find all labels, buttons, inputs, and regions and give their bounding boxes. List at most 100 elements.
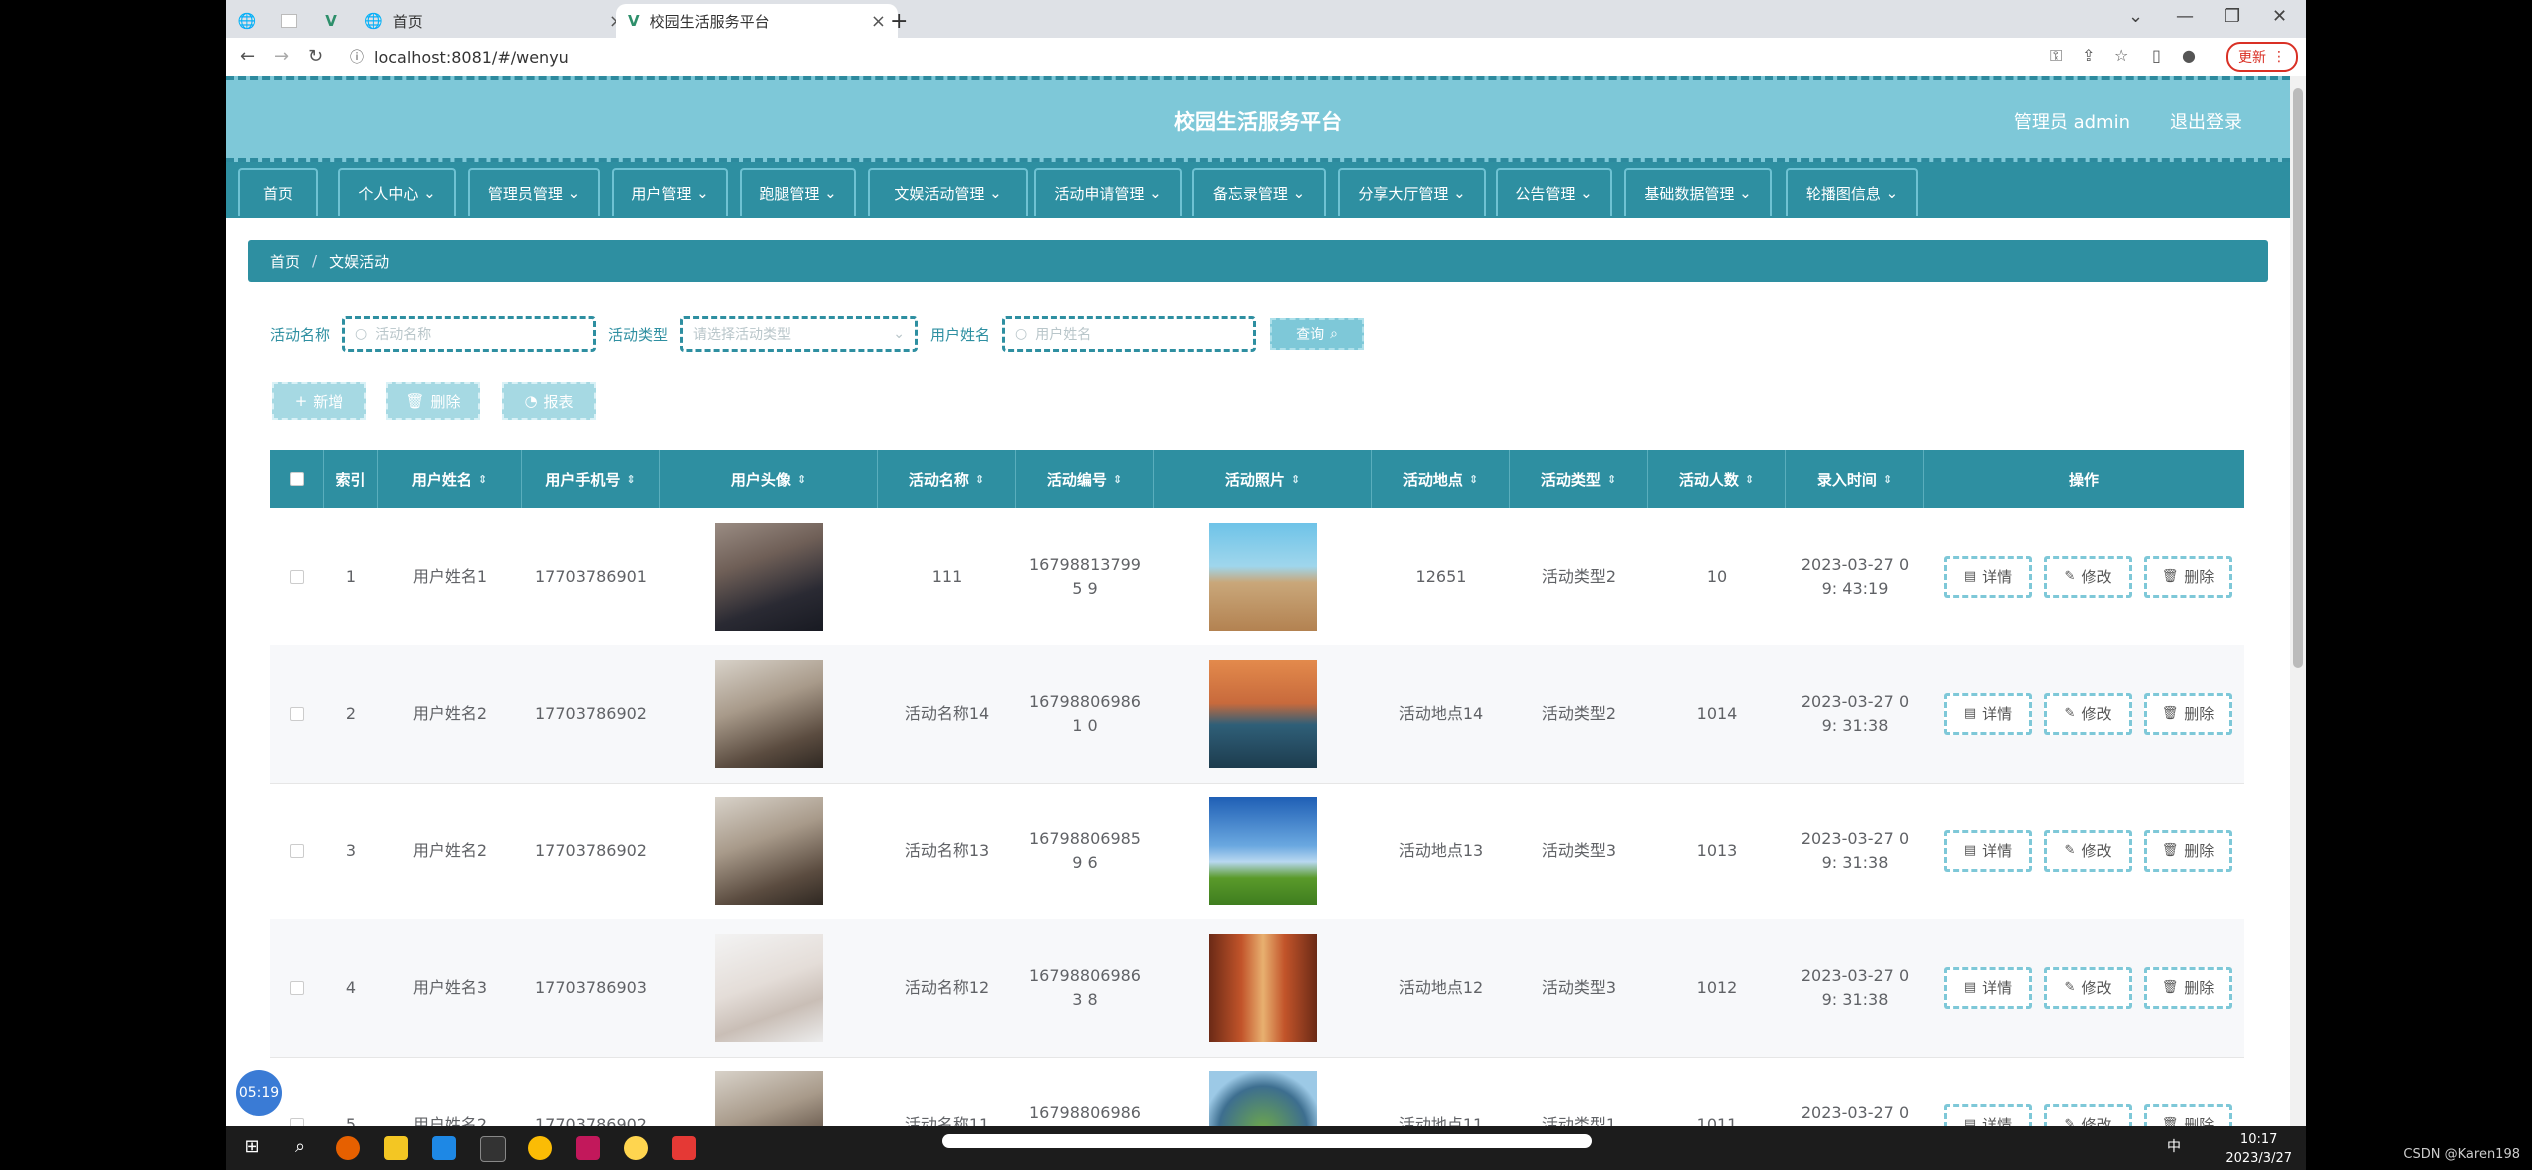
report-button[interactable]: ◔ 报表 bbox=[502, 382, 596, 420]
activity-photo[interactable] bbox=[1209, 523, 1317, 631]
menu-item-home[interactable]: 首页 bbox=[238, 168, 318, 216]
user-name-input[interactable]: ○ 用户姓名 bbox=[1002, 316, 1256, 352]
star-icon[interactable]: ☆ bbox=[2114, 46, 2128, 65]
detail-button[interactable]: ▤ 详情 bbox=[1944, 830, 2032, 872]
col-activity-photo[interactable]: 活动照片 ⇕ bbox=[1154, 450, 1372, 508]
row-delete-button[interactable]: 🗑 删除 bbox=[2144, 967, 2232, 1009]
table-row[interactable]: 1 用户姓名1 17703786901 111 167988137995 9 12651 活… bbox=[270, 508, 2244, 647]
restore-icon[interactable]: ❐ bbox=[2224, 6, 2240, 27]
app-icon[interactable] bbox=[624, 1136, 648, 1160]
menu-item-users[interactable]: 用户管理 ⌄ bbox=[612, 168, 728, 216]
table-row[interactable]: 4 用户姓名3 17703786903 活动名称12 167988069863 8 活动地… bbox=[270, 919, 2244, 1058]
menu-item-memos[interactable]: 备忘录管理 ⌄ bbox=[1192, 168, 1326, 216]
row-delete-button[interactable]: 🗑 删除 bbox=[2144, 1104, 2232, 1126]
table-row[interactable]: 3 用户姓名2 17703786902 活动名称13 167988069859 6 活动地… bbox=[270, 782, 2244, 921]
windows-start-icon[interactable]: ⊞ bbox=[240, 1136, 264, 1160]
sort-icon[interactable]: ⇕ bbox=[626, 473, 635, 486]
avatar[interactable] bbox=[715, 934, 823, 1042]
sort-icon[interactable]: ⇕ bbox=[975, 473, 984, 486]
taskbar-clock[interactable]: 10:17 2023/3/27 bbox=[2225, 1130, 2292, 1168]
share-icon[interactable]: ⇪ bbox=[2082, 46, 2095, 65]
tab-active[interactable]: V 校园生活服务平台 × bbox=[616, 4, 898, 38]
delete-button[interactable]: 🗑 删除 bbox=[386, 382, 480, 420]
activity-photo[interactable] bbox=[1209, 660, 1317, 768]
menu-item-applications[interactable]: 活动申请管理 ⌄ bbox=[1034, 168, 1182, 216]
edit-button[interactable]: ✎ 修改 bbox=[2044, 556, 2132, 598]
col-activity-no[interactable]: 活动编号 ⇕ bbox=[1016, 450, 1154, 508]
key-icon[interactable]: ⚿ bbox=[2050, 46, 2062, 66]
avatar[interactable] bbox=[715, 797, 823, 905]
table-row[interactable]: 2 用户姓名2 17703786902 活动名称14 167988069861 0 活动地… bbox=[270, 645, 2244, 784]
edit-button[interactable]: ✎ 修改 bbox=[2044, 830, 2132, 872]
col-avatar[interactable]: 用户头像 ⇕ bbox=[660, 450, 878, 508]
avatar[interactable] bbox=[715, 660, 823, 768]
sort-icon[interactable]: ⇕ bbox=[478, 473, 487, 486]
table-row[interactable]: 5 用户姓名2 17703786902 活动名称11 167988069865 活动地点1… bbox=[270, 1056, 2244, 1126]
col-user-name[interactable]: 用户姓名 ⇕ bbox=[378, 450, 522, 508]
sort-icon[interactable]: ⇕ bbox=[1291, 473, 1300, 486]
activity-photo[interactable] bbox=[1209, 1071, 1317, 1126]
sort-icon[interactable]: ⇕ bbox=[797, 473, 806, 486]
search-icon[interactable]: ⌕ bbox=[288, 1136, 312, 1160]
activity-type-select[interactable]: 请选择活动类型 ⌄ bbox=[680, 316, 918, 352]
detail-button[interactable]: ▤ 详情 bbox=[1944, 1104, 2032, 1126]
tab-home[interactable]: 🌐 首页 × bbox=[352, 4, 636, 38]
row-checkbox[interactable] bbox=[290, 844, 304, 858]
col-count[interactable]: 活动人数 ⇕ bbox=[1648, 450, 1786, 508]
tab-pinned-2[interactable] bbox=[268, 4, 310, 38]
search-button[interactable]: 查询 ⌕ bbox=[1270, 318, 1364, 350]
forward-icon[interactable]: → bbox=[274, 46, 289, 67]
tab-pinned-3[interactable]: V bbox=[310, 4, 352, 38]
sort-icon[interactable]: ⇕ bbox=[1607, 473, 1616, 486]
file-explorer-icon[interactable] bbox=[384, 1136, 408, 1160]
new-tab-button[interactable]: + bbox=[890, 4, 908, 38]
wps-icon[interactable] bbox=[672, 1136, 696, 1160]
update-button[interactable]: 更新 ⋮ bbox=[2226, 42, 2298, 72]
menu-item-notices[interactable]: 公告管理 ⌄ bbox=[1496, 168, 1612, 216]
logout-link[interactable]: 退出登录 bbox=[2170, 108, 2242, 134]
detail-button[interactable]: ▤ 详情 bbox=[1944, 556, 2032, 598]
add-button[interactable]: + 新增 bbox=[272, 382, 366, 420]
row-checkbox[interactable] bbox=[290, 707, 304, 721]
sort-icon[interactable]: ⇕ bbox=[1883, 473, 1892, 486]
menu-item-share[interactable]: 分享大厅管理 ⌄ bbox=[1338, 168, 1486, 216]
sort-icon[interactable]: ⇕ bbox=[1745, 473, 1754, 486]
minimize-icon[interactable]: — bbox=[2176, 6, 2194, 27]
menu-item-errand[interactable]: 跑腿管理 ⌄ bbox=[740, 168, 856, 216]
menu-item-admin[interactable]: 管理员管理 ⌄ bbox=[468, 168, 600, 216]
menu-item-carousel[interactable]: 轮播图信息 ⌄ bbox=[1786, 168, 1918, 216]
col-phone[interactable]: 用户手机号 ⇕ bbox=[522, 450, 660, 508]
terminal-icon[interactable] bbox=[480, 1136, 506, 1162]
detail-button[interactable]: ▤ 详情 bbox=[1944, 693, 2032, 735]
activity-photo[interactable] bbox=[1209, 934, 1317, 1042]
reload-icon[interactable]: ↻ bbox=[308, 46, 323, 67]
tab-list-icon[interactable]: ⌄ bbox=[2128, 6, 2143, 27]
avatar[interactable] bbox=[715, 1071, 823, 1126]
close-icon[interactable]: × bbox=[871, 11, 886, 32]
col-time[interactable]: 录入时间 ⇕ bbox=[1786, 450, 1924, 508]
page-scrollbar[interactable] bbox=[2290, 76, 2306, 1126]
menu-item-basedata[interactable]: 基础数据管理 ⌄ bbox=[1624, 168, 1772, 216]
row-delete-button[interactable]: 🗑 删除 bbox=[2144, 556, 2232, 598]
sort-icon[interactable]: ⇕ bbox=[1469, 473, 1478, 486]
activity-name-input[interactable]: ○ 活动名称 bbox=[342, 316, 596, 352]
menu-item-activities[interactable]: 文娱活动管理 ⌄ bbox=[868, 168, 1028, 216]
row-checkbox[interactable] bbox=[290, 981, 304, 995]
select-all-checkbox[interactable] bbox=[289, 472, 304, 486]
activity-photo[interactable] bbox=[1209, 797, 1317, 905]
tab-pinned-1[interactable]: 🌐 bbox=[226, 4, 268, 38]
menu-item-profile[interactable]: 个人中心 ⌄ bbox=[338, 168, 456, 216]
col-location[interactable]: 活动地点 ⇕ bbox=[1372, 450, 1510, 508]
edit-button[interactable]: ✎ 修改 bbox=[2044, 693, 2132, 735]
row-delete-button[interactable]: 🗑 删除 bbox=[2144, 830, 2232, 872]
row-checkbox[interactable] bbox=[290, 570, 304, 584]
select-all-cell[interactable] bbox=[270, 450, 324, 508]
scrollbar-thumb[interactable] bbox=[2293, 88, 2303, 668]
breadcrumb-home[interactable]: 首页 bbox=[270, 251, 300, 272]
col-type[interactable]: 活动类型 ⇕ bbox=[1510, 450, 1648, 508]
edit-button[interactable]: ✎ 修改 bbox=[2044, 1104, 2132, 1126]
window-close-icon[interactable]: ✕ bbox=[2272, 6, 2287, 27]
row-delete-button[interactable]: 🗑 删除 bbox=[2144, 693, 2232, 735]
vscode-icon[interactable] bbox=[432, 1136, 456, 1160]
chrome-icon[interactable] bbox=[528, 1136, 552, 1160]
